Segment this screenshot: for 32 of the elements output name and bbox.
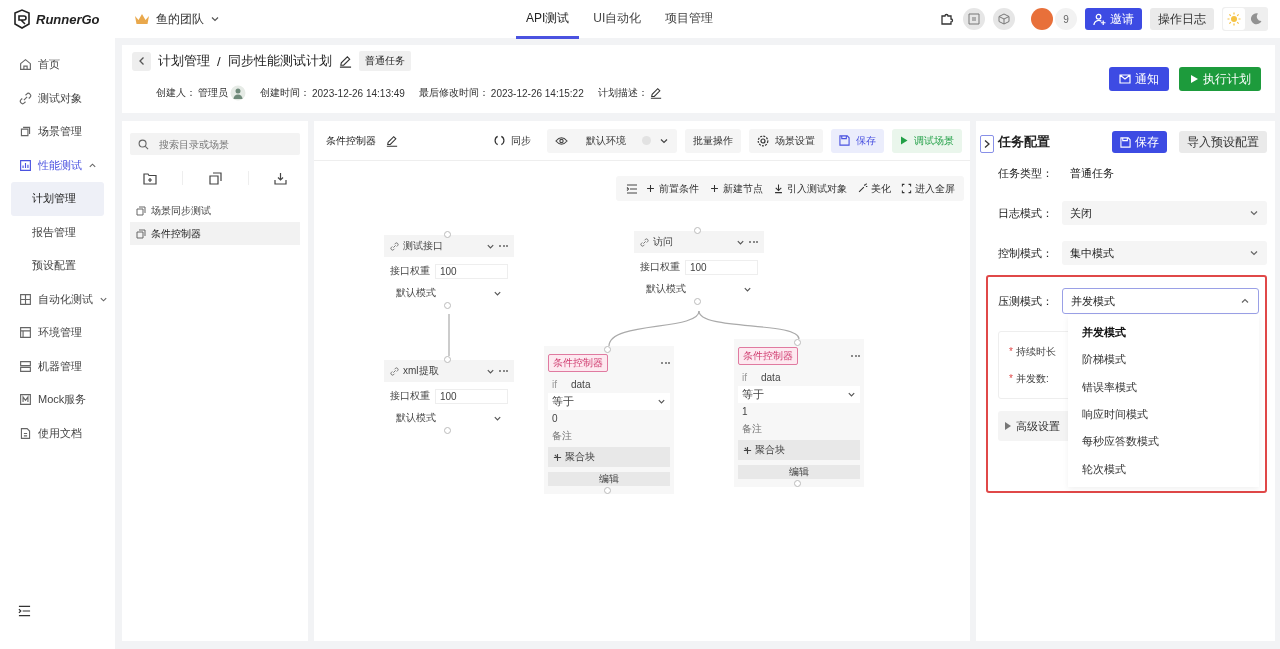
task-type-tag: 普通任务 [358,51,411,71]
meta-value: 2023-12-26 14:15:22 [490,87,584,99]
breadcrumb-separator: / [217,53,221,69]
field-label: 接口权重 [390,389,430,403]
condition-keyword: if [742,372,747,383]
meta-value: 管理员 [198,86,228,100]
scene-name: 条件控制器 [326,133,376,148]
meta-label: 创建人： [156,86,196,100]
breadcrumb-item: 同步性能测试计划 [227,52,332,70]
panel-title: 任务配置 [998,133,1050,151]
required-mark: * [1009,346,1013,357]
field-label: 接口权重 [640,260,680,274]
field-label: 控制模式： [998,245,1054,261]
field-label: 日志模式： [998,205,1054,221]
node-title: 访问 [653,235,674,249]
condition-tag: 条件控制器 [738,347,798,365]
field-value: 普通任务 [1069,165,1114,181]
required-mark: * [1009,373,1013,384]
meta-label: 计划描述： [597,86,648,100]
meta-label: 创建时间： [260,86,310,100]
node-title: xml提取 [403,364,440,378]
field-label: 压测模式： [998,293,1054,309]
meta-label: 最后修改时间： [418,86,489,100]
node-title: 测试接口 [403,239,444,253]
field-label: 接口权重 [390,264,430,278]
param-label: 持续时长 [1015,344,1056,359]
param-label: 并发数: [1015,371,1049,386]
field-label: 任务类型： [998,165,1054,181]
condition-tag: 条件控制器 [548,354,608,372]
meta-value: 2023-12-26 14:13:49 [312,87,405,99]
condition-keyword: if [552,379,557,390]
brand-name: RunnerGo [36,11,100,27]
